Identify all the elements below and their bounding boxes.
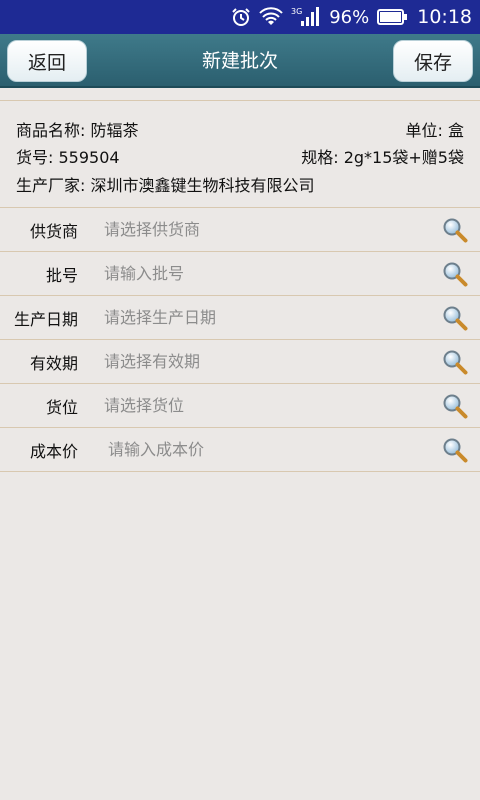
production-date-input[interactable]	[104, 302, 424, 333]
search-icon[interactable]	[442, 393, 468, 419]
product-spec-value: 2g*15袋+赠5袋	[343, 148, 464, 167]
location-input[interactable]	[104, 390, 424, 421]
expiry-date-row: 有效期	[0, 340, 480, 384]
product-name-value: 防辐茶	[90, 121, 139, 140]
supplier-label: 供货商	[29, 221, 78, 241]
product-spec: 规格: 2g*15袋+赠5袋	[301, 144, 464, 168]
search-icon[interactable]	[442, 305, 468, 331]
back-button[interactable]: 返回	[7, 40, 87, 82]
batch-form: 供货商 批号 生产日期 有效期 货位	[0, 208, 480, 472]
expiry-date-input[interactable]	[104, 346, 424, 377]
status-bar: 3G 96% 10:18	[0, 0, 480, 34]
batch-number-label: 批号	[45, 265, 78, 285]
product-unit-value: 盒	[447, 121, 464, 140]
network-type-label: 3G	[291, 7, 302, 16]
cost-price-row: 成本价	[0, 428, 480, 472]
product-maker-label: 生产厂家:	[16, 176, 86, 195]
alarm-icon	[231, 7, 251, 27]
supplier-row: 供货商	[0, 208, 480, 252]
product-info-panel: 商品名称: 防辐茶 单位: 盒 货号: 559504 规格: 2g*15袋+赠5…	[0, 100, 480, 208]
product-code-value: 559504	[58, 148, 120, 167]
product-name-label: 商品名称:	[16, 121, 86, 140]
production-date-label: 生产日期	[13, 309, 78, 329]
battery-percentage: 96%	[329, 6, 370, 28]
search-icon[interactable]	[442, 261, 468, 287]
batch-number-input[interactable]	[104, 258, 424, 289]
product-maker: 生产厂家: 深圳市澳鑫键生物科技有限公司	[16, 172, 315, 196]
product-maker-value: 深圳市澳鑫键生物科技有限公司	[90, 176, 315, 195]
production-date-row: 生产日期	[0, 296, 480, 340]
product-unit-label: 单位:	[405, 121, 443, 140]
header-bar: 新建批次 返回 保存	[0, 34, 480, 88]
product-spec-label: 规格:	[301, 148, 339, 167]
wifi-icon	[259, 7, 283, 27]
signal-icon: 3G	[291, 6, 320, 28]
clock: 10:18	[417, 6, 472, 28]
search-icon[interactable]	[442, 349, 468, 375]
search-icon[interactable]	[442, 217, 468, 243]
supplier-input[interactable]	[104, 214, 424, 245]
cost-price-input[interactable]	[108, 434, 428, 465]
batch-number-row: 批号	[0, 252, 480, 296]
product-unit: 单位: 盒	[405, 117, 464, 141]
expiry-date-label: 有效期	[29, 353, 78, 373]
product-name: 商品名称: 防辐茶	[16, 117, 139, 141]
search-icon[interactable]	[442, 437, 468, 463]
save-button[interactable]: 保存	[393, 40, 473, 82]
location-row: 货位	[0, 384, 480, 428]
product-code: 货号: 559504	[16, 144, 120, 168]
product-code-label: 货号:	[16, 148, 54, 167]
location-label: 货位	[45, 397, 78, 417]
battery-icon	[377, 9, 408, 25]
cost-price-label: 成本价	[29, 441, 78, 461]
